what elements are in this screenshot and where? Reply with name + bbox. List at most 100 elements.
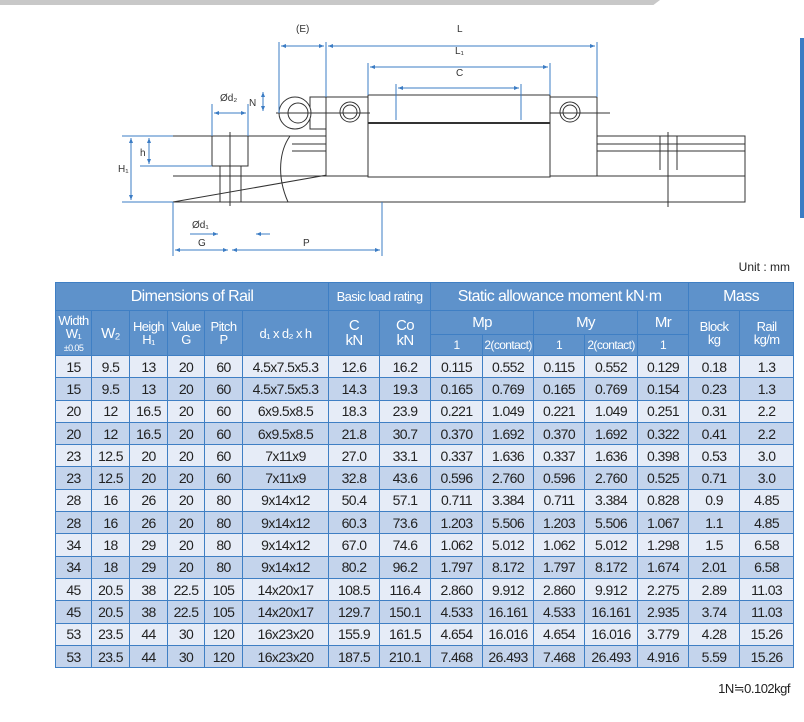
table-cell: 60.3 (328, 511, 381, 535)
table-cell: 1.3 (739, 354, 795, 379)
table-cell: 45 (55, 600, 92, 624)
table-cell: 1.797 (533, 555, 586, 579)
table-cell: 12 (91, 421, 130, 446)
table-cell: 13 (129, 354, 168, 379)
table-cell: 28 (55, 488, 92, 513)
table-cell: 3.384 (584, 488, 639, 513)
table-cell: 150.1 (379, 600, 432, 624)
group-mass: Mass (688, 282, 795, 311)
table-cell: 26.493 (584, 644, 639, 669)
table-cell: 13 (129, 377, 168, 401)
table-cell: 9.5 (91, 354, 130, 379)
col-mp-1: 1 (430, 334, 484, 356)
table-cell: 96.2 (379, 555, 432, 579)
table-cell: 38 (129, 600, 168, 624)
table-cell: 9x14x12 (241, 511, 330, 535)
table-cell: 0.129 (637, 354, 690, 379)
table-cell: 7x11x9 (241, 466, 330, 490)
group-load: Basic load rating (328, 282, 432, 311)
table-cell: 9x14x12 (241, 533, 330, 557)
table-cell: 6x9.5x8.5 (241, 399, 330, 423)
table-cell: 187.5 (328, 644, 381, 669)
table-cell: 11.03 (739, 577, 795, 602)
table-cell: 0.552 (584, 354, 639, 379)
table-cell: 5.012 (482, 533, 535, 557)
table-row: 28 16 26 20 80 9x14x12 60.3 73.6 1.203 5.506 1.203… (55, 511, 795, 535)
table-cell: 2.89 (688, 577, 741, 602)
col-co: Co kN (379, 310, 432, 356)
table-cell: 0.165 (533, 377, 586, 401)
table-cell: 20 (167, 444, 205, 468)
table-row: 34 18 29 20 80 9x14x12 67.0 74.6 1.062 5.012 1.062… (55, 533, 795, 557)
linear-guide-drawing: (E) L L₁ C N Ød₂ Ød₁ h H₁ G P (118, 24, 746, 256)
table-cell: 0.41 (688, 421, 741, 446)
table-cell: 1.067 (637, 511, 690, 535)
table-cell: 0.154 (637, 377, 690, 401)
table-cell: 2.2 (739, 399, 795, 423)
table-cell: 30 (167, 622, 205, 646)
col-mr: Mr (637, 310, 690, 335)
table-cell: 0.9 (688, 488, 741, 513)
table-cell: 8.172 (584, 555, 639, 579)
table-cell: 14x20x17 (241, 600, 330, 624)
table-row: 53 23.5 44 30 120 16x23x20 155.9 161.5 4.654 16.0… (55, 622, 795, 646)
label-h: h (140, 148, 146, 159)
table-cell: 16.161 (482, 600, 535, 624)
table-cell: 32.8 (328, 466, 381, 490)
table-cell: 34 (55, 555, 92, 579)
label-n: N (249, 98, 256, 109)
table-cell: 15 (55, 377, 92, 401)
table-cell: 60 (204, 377, 243, 401)
table-cell: 210.1 (379, 644, 432, 669)
table-cell: 80 (204, 533, 243, 557)
table-cell: 73.6 (379, 511, 432, 535)
table-cell: 23 (55, 444, 92, 468)
table-cell: 20 (167, 399, 205, 423)
table-cell: 2.860 (430, 577, 484, 602)
table-cell: 1.049 (584, 399, 639, 423)
table-cell: 0.165 (430, 377, 484, 401)
table-cell: 20 (129, 444, 168, 468)
table-cell: 26 (129, 511, 168, 535)
table-cell: 57.1 (379, 488, 432, 513)
table-cell: 0.370 (533, 421, 586, 446)
table-cell: 16.5 (129, 399, 168, 423)
table-cell: 120 (204, 644, 243, 669)
table-cell: 16.016 (482, 622, 535, 646)
table-cell: 20 (167, 555, 205, 579)
table-cell: 1.692 (584, 421, 639, 446)
table-cell: 18.3 (328, 399, 381, 423)
table-body: 15 9.5 13 20 60 4.5x7.5x5.3 12.6 16.2 0.115 0.552… (55, 354, 795, 669)
table-cell: 7x11x9 (241, 444, 330, 468)
label-p: P (303, 238, 310, 249)
table-cell: 12.6 (328, 354, 381, 379)
table-cell: 44 (129, 644, 168, 669)
table-cell: 50.4 (328, 488, 381, 513)
table-cell: 80 (204, 555, 243, 579)
table-cell: 60 (204, 444, 243, 468)
table-cell: 30.7 (379, 421, 432, 446)
table-cell: 1.636 (584, 444, 639, 468)
col-mp-2: 2(contact) (482, 334, 535, 356)
table-cell: 5.506 (482, 511, 535, 535)
table-row: 20 12 16.5 20 60 6x9.5x8.5 18.3 23.9 0.221 1.049 0… (55, 399, 795, 423)
table-row: 15 9.5 13 20 60 4.5x7.5x5.3 12.6 16.2 0.115 0.552… (55, 354, 795, 379)
table-cell: 16.5 (129, 421, 168, 446)
table-cell: 80.2 (328, 555, 381, 579)
table-cell: 1.1 (688, 511, 741, 535)
table-cell: 5.59 (688, 644, 741, 669)
table-cell: 20 (129, 466, 168, 490)
table-cell: 4.5x7.5x5.3 (241, 354, 330, 379)
table-cell: 3.779 (637, 622, 690, 646)
table-cell: 20.5 (91, 600, 130, 624)
table-cell: 16x23x20 (241, 644, 330, 669)
group-moment: Static allowance moment kN·m (430, 282, 690, 311)
table-row: 20 12 16.5 20 60 6x9.5x8.5 21.8 30.7 0.370 1.692 0… (55, 421, 795, 446)
table-cell: 0.31 (688, 399, 741, 423)
col-height: Heigh H₁ (129, 310, 168, 356)
table-cell: 2.760 (482, 466, 535, 490)
table-cell: 20 (167, 354, 205, 379)
table-cell: 8.172 (482, 555, 535, 579)
group-rail: Dimensions of Rail (54, 282, 330, 311)
table-cell: 2.2 (739, 421, 795, 446)
